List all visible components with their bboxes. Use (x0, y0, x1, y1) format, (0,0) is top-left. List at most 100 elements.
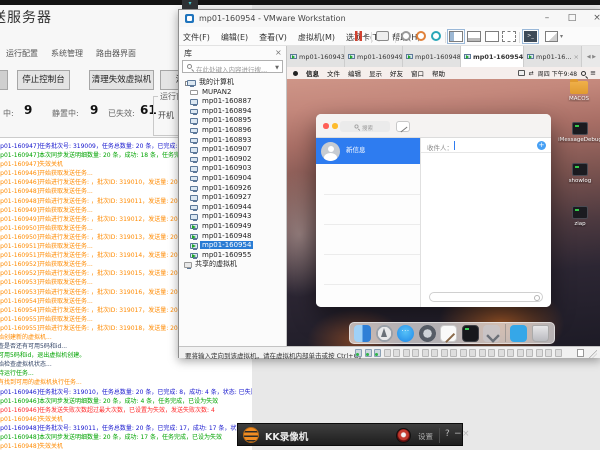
capture-screen-icon[interactable] (545, 31, 558, 42)
device-status-icon[interactable] (374, 349, 381, 357)
device-status-icon[interactable] (412, 349, 419, 357)
vm-tab-close-icon[interactable]: × (574, 53, 579, 61)
desktop-icon[interactable]: showlog (558, 163, 600, 184)
app-nav-tab[interactable]: 系统管理 (51, 48, 83, 59)
vm-tree-row[interactable]: mp01-160904 (179, 174, 287, 184)
device-status-icon[interactable] (441, 349, 448, 357)
partial-button[interactable] (0, 70, 8, 90)
compose-message-button[interactable] (396, 121, 410, 132)
vm-screen[interactable]: 信息文件编辑显示好友窗口帮助 ⇄ 周四 下午9:48 ≡ MACOS i (287, 67, 600, 346)
device-status-icon[interactable] (526, 349, 533, 357)
dock-icon[interactable] (462, 325, 479, 342)
app-nav-tab[interactable]: 路由器界面 (96, 48, 136, 59)
menubar-clock[interactable]: 周四 下午9:48 (538, 69, 577, 78)
device-status-icon[interactable] (431, 349, 438, 357)
vm-tab[interactable]: mp01-160954 × (461, 46, 524, 67)
close-button[interactable]: × (585, 11, 600, 26)
app-nav-tab[interactable]: 运行配置 (6, 48, 38, 59)
vm-tree-row[interactable]: mp01-160894 (179, 107, 287, 117)
maximize-button[interactable]: □ (560, 11, 584, 26)
device-status-icon[interactable] (498, 349, 505, 357)
swap-icon[interactable]: ⇄ (529, 70, 534, 77)
pause-vm-icon[interactable] (355, 31, 362, 41)
vm-tree-row[interactable]: mp01-160954 (179, 241, 287, 251)
spotlight-icon[interactable] (581, 71, 586, 76)
record-button[interactable] (396, 428, 411, 443)
to-field[interactable]: 收件人： + (421, 138, 551, 153)
kk-recorder-bar[interactable]: KK录像机 设置 ? − × (237, 423, 463, 446)
macos-menu-item[interactable]: 编辑 (348, 68, 361, 78)
menu-item[interactable]: 文件(F) (183, 32, 210, 43)
vm-tree-row[interactable]: mp01-160944 (179, 203, 287, 213)
device-status-icon[interactable] (479, 349, 486, 357)
add-recipient-button[interactable]: + (537, 141, 546, 150)
capture-dropdown-icon[interactable]: ▾ (560, 33, 563, 40)
pause-dropdown-icon[interactable]: ▾ (364, 33, 367, 40)
macos-menu-item[interactable]: 帮助 (432, 68, 445, 78)
device-status-icon[interactable] (393, 349, 400, 357)
desktop-icon[interactable]: iMessageDebug (558, 122, 600, 143)
kk-settings-button[interactable]: 设置 (418, 431, 433, 442)
device-status-icon[interactable] (384, 349, 391, 357)
device-status-icon[interactable] (536, 349, 543, 357)
menu-item[interactable]: 编辑(E) (221, 32, 248, 43)
vm-tree-row[interactable]: mp01-160927 (179, 193, 287, 203)
device-status-icon[interactable] (517, 349, 524, 357)
emoji-icon[interactable] (534, 295, 540, 301)
messages-toolbar[interactable]: 搜索 (316, 114, 551, 138)
tab-scroll-arrows[interactable]: ◀ ▶ (583, 54, 600, 60)
vm-tab[interactable]: mp01-160948 × (403, 46, 461, 67)
device-status-icon[interactable] (545, 349, 552, 357)
device-status-icon[interactable] (422, 349, 429, 357)
traffic-light-minimize[interactable] (332, 123, 338, 129)
device-status-icon[interactable] (555, 349, 562, 357)
menu-item[interactable]: 虚拟机(M) (298, 32, 335, 43)
device-status-icon[interactable] (355, 349, 362, 357)
clean-invalid-vm-button[interactable]: 清理失效虚拟机 (89, 70, 154, 90)
vm-tree-row[interactable]: mp01-160902 (179, 155, 287, 165)
traffic-light-close[interactable] (323, 123, 329, 129)
show-thumbnail-bar-icon[interactable] (467, 31, 481, 42)
menu-item[interactable]: 查看(V) (259, 32, 287, 43)
device-status-icon[interactable] (488, 349, 495, 357)
vm-tree-row[interactable]: mp01-160907 (179, 145, 287, 155)
library-close-icon[interactable]: × (275, 48, 282, 57)
revert-snapshot-icon[interactable] (416, 31, 426, 41)
stop-console-button[interactable]: 停止控制台 (17, 70, 70, 90)
vm-tab[interactable]: mp01-16... × (524, 46, 582, 67)
macos-menu-item[interactable]: 文件 (327, 68, 340, 78)
message-log-icon[interactable] (577, 349, 584, 357)
vm-tree-row[interactable]: mp01-160903 (179, 164, 287, 174)
dock-icon[interactable] (532, 325, 549, 342)
dock-icon[interactable] (505, 324, 506, 342)
vm-tab[interactable]: mp01-160949 × (345, 46, 403, 67)
macos-menu-item[interactable]: 窗口 (411, 68, 424, 78)
unity-mode-icon[interactable] (502, 31, 516, 42)
macos-menu-item[interactable]: 好友 (390, 68, 403, 78)
minimize-button[interactable]: – (535, 11, 559, 26)
vm-tree-row[interactable]: mp01-160895 (179, 116, 287, 126)
device-status-icon[interactable] (469, 349, 476, 357)
device-status-icon[interactable] (365, 349, 372, 357)
dock-icon[interactable] (440, 325, 457, 342)
vm-tree-row[interactable]: mp01-160943 (179, 212, 287, 222)
ctrl-alt-del-icon[interactable] (376, 31, 389, 41)
dock-icon[interactable] (354, 325, 371, 342)
vmware-titlebar[interactable]: mp01-160954 - VMware Workstation – □ × (179, 10, 600, 27)
console-view-icon[interactable]: >_ (524, 31, 537, 42)
snapshot-icon[interactable] (401, 31, 411, 41)
macos-menu-item[interactable]: 显示 (369, 68, 382, 78)
kk-minimize-button[interactable]: − (454, 429, 462, 439)
kk-help-button[interactable]: ? (445, 429, 450, 439)
kk-close-button[interactable]: × (462, 429, 470, 439)
device-status-icon[interactable] (460, 349, 467, 357)
search-dropdown-icon[interactable]: ▼ (275, 65, 279, 71)
chevron-tab[interactable]: ▾ (182, 0, 198, 9)
fullscreen-icon[interactable] (485, 31, 499, 42)
dock-icon[interactable] (510, 325, 527, 342)
desktop-icon[interactable]: ziap (558, 206, 600, 227)
resize-grip-icon[interactable] (589, 350, 597, 358)
library-search-input[interactable]: 在此处键入内容进行搜... ▼ (182, 60, 283, 73)
device-status-icon[interactable] (450, 349, 457, 357)
vm-tree-row[interactable]: 共享的虚拟机 (179, 260, 287, 270)
